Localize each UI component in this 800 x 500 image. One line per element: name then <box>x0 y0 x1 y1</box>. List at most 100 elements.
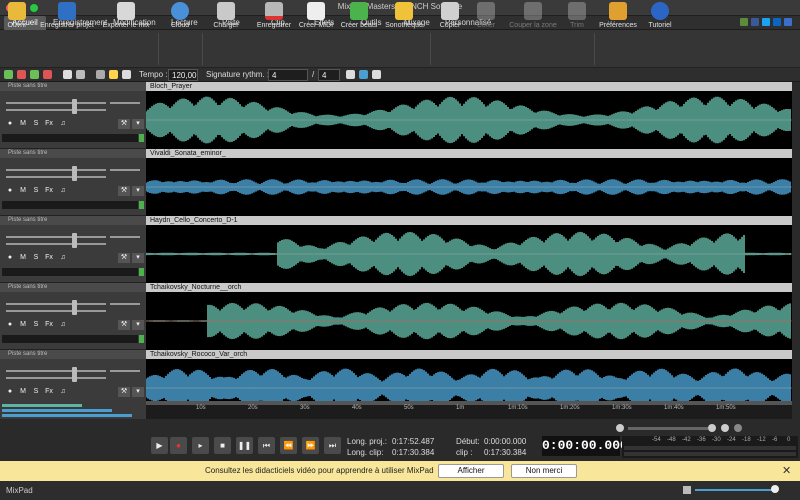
gain-knob[interactable] <box>72 240 77 248</box>
more-icon[interactable]: ▾ <box>132 253 144 263</box>
track-header[interactable]: Piste sans titre ● M S Fx ♫ ⚒ ▾ <box>0 283 146 350</box>
volume-slider[interactable] <box>695 489 777 491</box>
mixer-icon[interactable] <box>63 70 72 79</box>
sound-library-button[interactable]: Sonothèque <box>384 2 424 29</box>
gain-slider[interactable] <box>6 243 106 245</box>
volume-slider[interactable] <box>6 102 106 104</box>
close-icon[interactable]: ✕ <box>782 464 791 477</box>
pan-slider[interactable] <box>110 303 140 305</box>
wrench-icon[interactable]: ⚒ <box>118 387 130 397</box>
fx-button[interactable]: Fx <box>43 253 55 263</box>
cut-region-button[interactable]: Couper la zone <box>506 2 560 29</box>
arm-record-icon[interactable]: ● <box>4 387 16 397</box>
list-icon[interactable] <box>76 70 85 79</box>
play-from-icon[interactable]: ▸ <box>192 437 209 454</box>
zoom-fit-icon[interactable] <box>721 424 729 432</box>
arm-record-icon[interactable]: ● <box>4 119 16 129</box>
record-button[interactable]: Enregistrer <box>254 2 294 29</box>
open-button[interactable]: Ouvrir <box>4 2 30 29</box>
track-name[interactable]: Piste sans titre <box>0 82 146 91</box>
move-down-icon[interactable] <box>43 70 52 79</box>
add-track-icon[interactable] <box>4 70 13 79</box>
pencil-icon[interactable] <box>96 70 105 79</box>
fx-button[interactable]: Fx <box>43 387 55 397</box>
thumbs-up-icon[interactable] <box>740 18 748 26</box>
pause-icon[interactable]: ❚❚ <box>236 437 253 454</box>
solo-button[interactable]: S <box>30 387 42 397</box>
go-start-icon[interactable]: ⏮ <box>258 437 275 454</box>
mute-button[interactable]: M <box>17 387 29 397</box>
more-icon[interactable]: ▾ <box>132 320 144 330</box>
volume-slider[interactable] <box>6 303 106 305</box>
help-icon[interactable] <box>784 18 792 26</box>
snap-icon[interactable] <box>359 70 368 79</box>
track-header[interactable]: Piste sans titre ● M S Fx ♫ ⚒ ▾ <box>0 82 146 149</box>
wrench-icon[interactable]: ⚒ <box>118 186 130 196</box>
linkedin-icon[interactable] <box>773 18 781 26</box>
twitter-icon[interactable] <box>762 18 770 26</box>
stop-icon[interactable]: ■ <box>214 437 231 454</box>
wave-icon[interactable] <box>122 70 131 79</box>
gain-knob[interactable] <box>72 307 77 315</box>
pan-slider[interactable] <box>110 236 140 238</box>
track-name[interactable]: Piste sans titre <box>0 283 146 292</box>
gain-slider[interactable] <box>6 176 106 178</box>
loop-icon[interactable] <box>372 70 381 79</box>
zoom-in-icon[interactable] <box>708 424 716 432</box>
wrench-icon[interactable]: ⚒ <box>118 119 130 129</box>
preferences-button[interactable]: Préférences <box>598 2 638 29</box>
volume-slider[interactable] <box>6 236 106 238</box>
create-beats-button[interactable]: Créer beats <box>339 2 379 29</box>
go-end-icon[interactable]: ⏭ <box>324 437 341 454</box>
headphones-icon[interactable]: ♫ <box>57 253 69 263</box>
signature-denominator-input[interactable]: 4 <box>318 69 340 81</box>
paste-button[interactable]: Coller <box>472 2 500 29</box>
export-mix-button[interactable]: Exporter le mix <box>100 2 152 29</box>
mute-button[interactable]: M <box>17 320 29 330</box>
track-name[interactable]: Piste sans titre <box>0 149 146 158</box>
solo-button[interactable]: S <box>30 320 42 330</box>
clip-name[interactable]: Haydn_Cello_Concerto_D-1 <box>146 216 792 225</box>
clip-name[interactable]: Vivaldi_Sonata_eminor_ <box>146 149 792 158</box>
gain-knob[interactable] <box>72 173 77 181</box>
pan-slider[interactable] <box>110 102 140 104</box>
track-header[interactable]: Piste sans titre ● M S Fx ♫ ⚒ ▾ <box>0 149 146 216</box>
track-name[interactable]: Piste sans titre <box>0 350 146 359</box>
gain-slider[interactable] <box>6 377 106 379</box>
gain-knob[interactable] <box>72 106 77 114</box>
track-waveform[interactable]: Bloch_Prayer <box>146 82 792 149</box>
wrench-icon[interactable]: ⚒ <box>118 320 130 330</box>
solo-button[interactable]: S <box>30 186 42 196</box>
fx-button[interactable]: Fx <box>43 119 55 129</box>
pan-slider[interactable] <box>110 169 140 171</box>
gain-knob[interactable] <box>72 374 77 382</box>
record-icon[interactable]: ● <box>170 437 187 454</box>
zoom-out-icon[interactable] <box>616 424 624 432</box>
volume-slider[interactable] <box>6 169 106 171</box>
fx-button[interactable]: Fx <box>43 186 55 196</box>
track-header[interactable]: Piste sans titre ● M S Fx ♫ ⚒ ▾ <box>0 216 146 283</box>
tempo-input[interactable]: 120,00 <box>168 69 198 81</box>
cloud-button[interactable]: Cloud <box>166 2 194 29</box>
headphones-icon[interactable]: ♫ <box>57 186 69 196</box>
metronome-icon[interactable] <box>109 70 118 79</box>
ruler-scroll[interactable] <box>146 401 792 405</box>
mute-button[interactable]: M <box>17 253 29 263</box>
headphones-icon[interactable]: ♫ <box>57 387 69 397</box>
signature-numerator-input[interactable]: 4 <box>268 69 308 81</box>
track-waveform[interactable]: Tchaikovsky_Nocturne__orch <box>146 283 792 350</box>
play-icon[interactable]: ▶ <box>151 437 168 454</box>
headphones-icon[interactable]: ♫ <box>57 320 69 330</box>
record-track-icon[interactable] <box>17 70 26 79</box>
wrench-icon[interactable]: ⚒ <box>118 253 130 263</box>
no-thanks-button[interactable]: Non merci <box>511 464 577 478</box>
tutorial-button[interactable]: Tutoriel <box>645 2 675 29</box>
rewind-icon[interactable]: ⏪ <box>280 437 297 454</box>
volume-knob[interactable] <box>771 485 779 493</box>
facebook-icon[interactable] <box>751 18 759 26</box>
arm-record-icon[interactable]: ● <box>4 186 16 196</box>
arm-record-icon[interactable]: ● <box>4 253 16 263</box>
more-icon[interactable]: ▾ <box>132 186 144 196</box>
mute-button[interactable]: M <box>17 119 29 129</box>
timeline-ruler[interactable]: 10s 20s 30s 40s 50s 1m 1m:10s 1m:20s 1m:30s 1m:40… <box>146 401 792 419</box>
